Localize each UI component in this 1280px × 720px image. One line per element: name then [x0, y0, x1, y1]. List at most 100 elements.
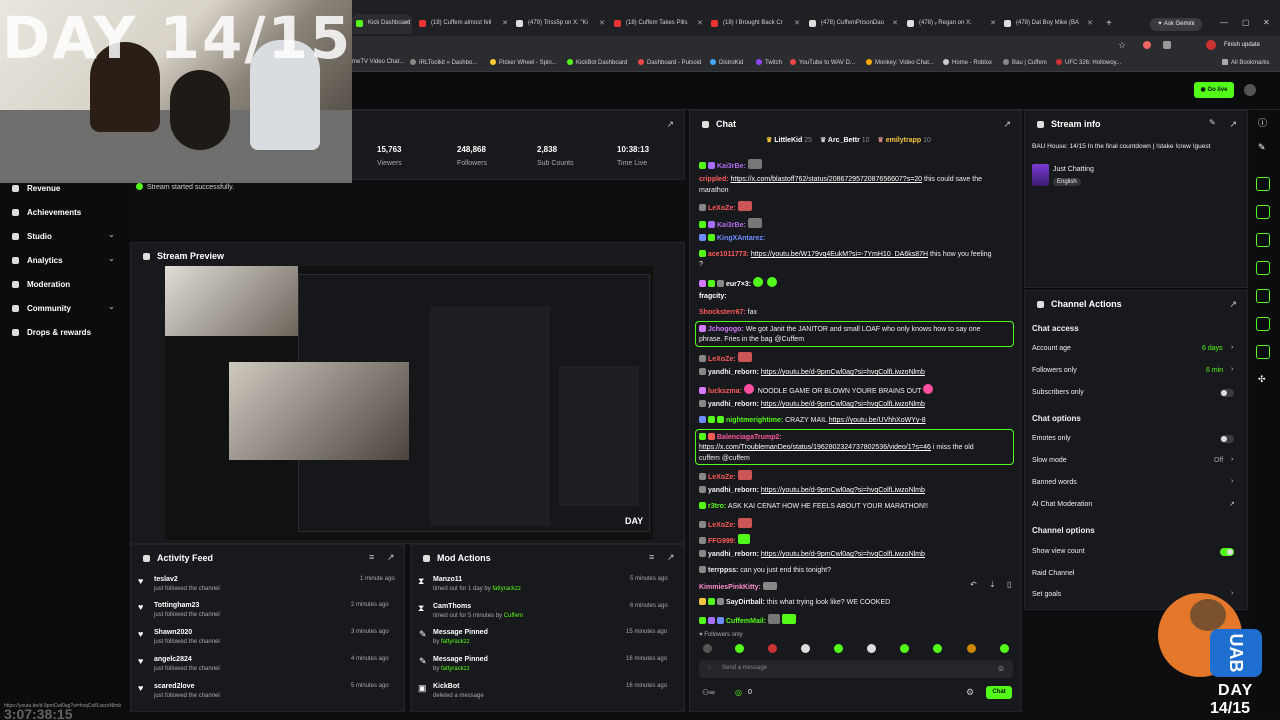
chat-message[interactable]: Jchogogo: We got Janit the JANITOR and s…	[699, 325, 980, 333]
slow-mode-label[interactable]: Slow mode	[1032, 457, 1067, 464]
bookmark[interactable]: Picker Wheel - Spin...	[490, 59, 557, 66]
bookmark[interactable]: Dashboard - Pulsoid	[638, 59, 701, 66]
chat-message[interactable]: CuffemMail:	[699, 614, 798, 625]
chat-message[interactable]: LeXoZe:	[699, 470, 754, 481]
gifter-badge[interactable]: ♛ emilytrapp 10	[878, 137, 931, 144]
bookmark[interactable]: KickBot Dashboard	[567, 59, 627, 66]
chat-message[interactable]: LeXoZe:	[699, 201, 754, 212]
gifter-badge[interactable]: ♛ LittleKid 25	[766, 137, 812, 144]
new-tab-icon[interactable]: +	[1106, 18, 1112, 29]
close-tab-icon[interactable]: ✕	[794, 19, 800, 27]
reply-icon[interactable]: ↶	[970, 580, 977, 589]
chat-message[interactable]: ace1011773: https://youtu.be/W179vq4EukM…	[699, 250, 992, 258]
chat-message[interactable]: BalenciagaTrump2:	[699, 433, 782, 441]
star-icon[interactable]: ☆	[1118, 40, 1126, 51]
followers-only-value[interactable]: 6 min	[1206, 367, 1223, 374]
chat-message[interactable]: Shocksterr67: fax	[699, 309, 757, 316]
emoji-icon[interactable]: ☺	[997, 664, 1005, 673]
chat-message[interactable]: terrppss: can you just end this tonight?	[699, 566, 831, 574]
chevron-right-icon[interactable]: ›	[1231, 456, 1233, 463]
subscribers-only-toggle[interactable]	[1220, 389, 1234, 397]
slow-mode-value[interactable]: Off	[1214, 457, 1223, 464]
chat-message[interactable]: FFG999:	[699, 534, 752, 545]
rail-action-button[interactable]	[1256, 345, 1270, 359]
browser-tab[interactable]: (18) Cuffem Takes Pills ✕	[610, 14, 705, 34]
chat-message[interactable]: LeXoZe:	[699, 352, 754, 363]
emotes-only-toggle[interactable]	[1220, 435, 1234, 443]
go-live-button[interactable]: ◉ Go live	[1194, 82, 1234, 98]
chat-message[interactable]: Kai3rBe:	[699, 218, 764, 229]
chevron-right-icon[interactable]: ›	[1231, 478, 1233, 485]
rail-action-button[interactable]	[1256, 317, 1270, 331]
sidebar-item-studio[interactable]: Studio	[12, 232, 52, 241]
browser-tab[interactable]: (18) Cuffem almost fell ✕	[415, 14, 510, 34]
rail-action-button[interactable]	[1256, 261, 1270, 275]
filter-icon[interactable]: ≡	[649, 552, 654, 562]
sidebar-item-moderation[interactable]: Moderation	[12, 280, 70, 289]
popout-icon[interactable]: ↗	[667, 552, 675, 563]
popout-icon[interactable]: ↗	[387, 552, 395, 563]
minimize-icon[interactable]: —	[1220, 18, 1228, 27]
show-view-count-toggle[interactable]	[1220, 548, 1234, 556]
emote-icon[interactable]	[900, 644, 909, 653]
finish-update-button[interactable]: Finish update	[1224, 42, 1260, 48]
chat-message[interactable]: fragcity:	[699, 293, 727, 300]
pin-message-icon[interactable]: ⇣	[989, 580, 996, 589]
sidebar-item-analytics[interactable]: Analytics	[12, 256, 63, 265]
bookmark[interactable]: Bau | Cuffem	[1003, 59, 1047, 66]
chat-message[interactable]: yandhi_reborn: https://youtu.be/d-9pmCwl…	[699, 550, 925, 558]
emote-icon[interactable]	[834, 644, 843, 653]
rail-action-button[interactable]	[1256, 289, 1270, 303]
browser-tab[interactable]: (479) Triss5p on X: "Ki ✕	[512, 14, 607, 34]
bookmark[interactable]: meTV Video Chat...	[352, 59, 404, 65]
chat-message[interactable]: luckszma: NOODLE GAME OR BLOWN YOURE BRA…	[699, 384, 935, 395]
banned-words-label[interactable]: Banned words	[1032, 479, 1077, 486]
bookmark[interactable]: UFC 326: Hollowoy...	[1056, 59, 1121, 66]
chat-message[interactable]: KingXAntarez:	[699, 234, 765, 242]
account-age-value[interactable]: 6 days	[1202, 345, 1223, 352]
ask-gemini-button[interactable]: ✦ Ask Gemini	[1150, 18, 1202, 31]
browser-tab[interactable]: (18) I Brought Back Cr ✕	[707, 14, 802, 34]
close-tab-icon[interactable]: ✕	[892, 19, 898, 27]
emote-icon[interactable]	[867, 644, 876, 653]
chevron-down-icon[interactable]: ⌄	[108, 230, 115, 239]
sidebar-item-community[interactable]: Community	[12, 304, 71, 313]
rail-action-button[interactable]	[1256, 205, 1270, 219]
filter-icon[interactable]: ≡	[369, 552, 374, 562]
popout-icon[interactable]: ↗	[1003, 119, 1011, 130]
emote-icon[interactable]	[801, 644, 810, 653]
bookmark[interactable]: IRLToolkit » Dashbo...	[410, 59, 477, 66]
chat-message[interactable]: r3tro: ASK KAI CENAT HOW HE FEELS ABOUT …	[699, 502, 928, 510]
emote-icon[interactable]	[768, 644, 777, 653]
browser-tab[interactable]: (478) CuffemPrisonDao ✕	[805, 14, 900, 34]
chat-message[interactable]: LeXoZe:	[699, 518, 754, 529]
set-goals-label[interactable]: Set goals	[1032, 591, 1061, 598]
sidebar-item-revenue[interactable]: Revenue	[12, 184, 60, 193]
popout-icon[interactable]: ↗	[666, 119, 674, 130]
chat-input[interactable]: ◌ Send a message ☺	[699, 660, 1013, 678]
chat-message[interactable]: eur7×3:	[699, 277, 779, 288]
account-age-label[interactable]: Account age	[1032, 345, 1071, 352]
close-tab-icon[interactable]: ✕	[404, 19, 410, 27]
bookmark[interactable]: DistroKid	[710, 59, 743, 66]
extension-icon[interactable]	[1163, 41, 1171, 49]
category-thumbnail[interactable]	[1032, 164, 1049, 186]
bookmark[interactable]: Twitch	[756, 59, 782, 66]
emote-icon[interactable]	[703, 644, 712, 653]
user-avatar[interactable]	[1244, 84, 1256, 96]
close-window-icon[interactable]: ✕	[1263, 18, 1270, 27]
chevron-down-icon[interactable]: ⌄	[108, 302, 115, 311]
chat-message[interactable]: crippled: https://x.com/blastoff762/stat…	[699, 176, 982, 183]
profile-avatar[interactable]	[1206, 40, 1216, 50]
chevron-right-icon[interactable]: ›	[1231, 366, 1233, 373]
delete-message-icon[interactable]: ▯	[1007, 580, 1011, 589]
close-tab-icon[interactable]: ✕	[990, 19, 996, 27]
rail-action-button[interactable]	[1256, 177, 1270, 191]
close-tab-icon[interactable]: ✕	[1087, 19, 1093, 27]
external-link-icon[interactable]: ↗	[1229, 500, 1235, 508]
all-bookmarks[interactable]: All Bookmarks	[1222, 59, 1269, 66]
close-tab-icon[interactable]: ✕	[697, 19, 703, 27]
gear-icon[interactable]: ⚙	[966, 687, 974, 698]
browser-tab[interactable]: Kick Dashboard ✕	[352, 14, 412, 34]
chat-message[interactable]: SayDirtball: this what trying look like?…	[699, 598, 890, 606]
